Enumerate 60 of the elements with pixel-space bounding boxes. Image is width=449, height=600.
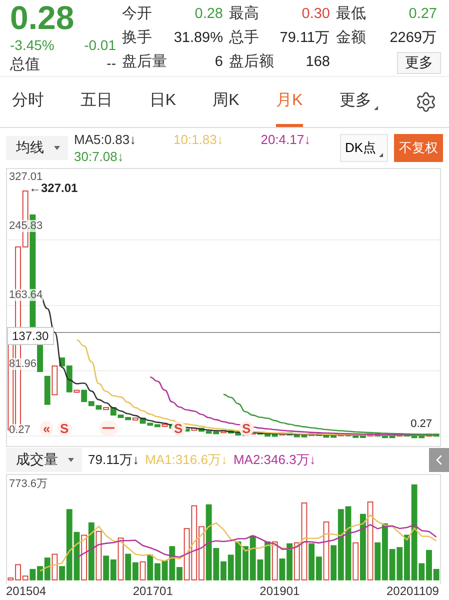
collapse-button[interactable] (429, 448, 449, 472)
axis-label: 81.96 (9, 358, 37, 370)
date-label: 201701 (132, 584, 173, 600)
volume-value: 79.11万↓ (88, 451, 140, 470)
axis-label: 327.01 (9, 170, 43, 183)
ma-legend: MA2:346.3万↓ (233, 451, 316, 470)
more-button[interactable]: 更多 (397, 52, 441, 74)
max-price-marker: ←327.01 (29, 182, 78, 194)
stat-value: 0.27 (408, 5, 437, 24)
min-price-marker: 0.27 (410, 418, 432, 430)
ma-legend: MA5:0.83↓ (74, 132, 160, 147)
stat-label: 盘后额 (229, 52, 274, 72)
dk-button[interactable]: DK点 (340, 134, 388, 162)
date-label: 201901 (260, 584, 300, 600)
ma-legend: MA1:316.6万↓ (145, 451, 228, 470)
stat-label: 金额 (336, 28, 366, 48)
change-percent: -3.45% (10, 36, 54, 52)
settings-icon[interactable] (414, 91, 437, 113)
stat-value: 2269万 (390, 29, 437, 48)
ma-legend: 30:7.08↓ (74, 148, 160, 164)
stat-value: 0.28 (194, 5, 223, 24)
axis-label: 773.6万 (9, 478, 48, 490)
ma-legend: 10:1.83↓ (174, 132, 247, 147)
signal-marker: « (40, 420, 54, 436)
axis-label: 245.83 (9, 220, 43, 232)
stat-label: 盘后量 (122, 52, 167, 72)
dropdown-icon (54, 146, 60, 150)
stat-value: 0.30 (302, 5, 330, 24)
stat-value: 31.89% (174, 29, 223, 48)
stat-label: 最高 (229, 4, 259, 24)
date-label: 201504 (6, 584, 46, 600)
signal-marker: S (239, 420, 254, 436)
signal-marker: 一 (99, 420, 118, 436)
dropdown-icon (68, 458, 74, 462)
indicator-dropdown[interactable]: 均线 (6, 136, 68, 160)
stat-value: 168 (306, 53, 330, 72)
caret-icon (379, 152, 383, 157)
change-amount: -0.01 (84, 36, 116, 52)
stat-label: 总值 (10, 55, 40, 74)
period-tab[interactable]: 五日 (80, 77, 113, 127)
indicator-dropdown[interactable]: 成交量 (6, 448, 82, 472)
signal-marker: S (57, 420, 72, 436)
stat-label: 最低 (336, 4, 366, 24)
period-tab[interactable]: 周K (212, 77, 240, 127)
stat-label: 总手 (229, 28, 259, 48)
axis-label: 163.64 (9, 288, 43, 301)
stat-label: 换手 (122, 28, 152, 48)
axis-label: 0.27 (9, 424, 30, 436)
date-label: 20201109 (386, 584, 439, 600)
period-tab[interactable]: 更多 (339, 77, 378, 127)
signal-marker: S (171, 420, 186, 436)
ma-legend: 20:4.17↓ (260, 132, 334, 147)
current-price: 0.28 (10, 2, 76, 34)
stat-value: -- (106, 55, 116, 73)
stat-value: 79.11万 (280, 29, 330, 48)
stat-value: 6 (214, 53, 223, 72)
crosshair-price-label: 137.30 (7, 326, 54, 345)
period-tab[interactable]: 分时 (12, 77, 44, 127)
stat-label: 今开 (122, 4, 152, 24)
period-tab[interactable]: 日K (149, 77, 176, 127)
